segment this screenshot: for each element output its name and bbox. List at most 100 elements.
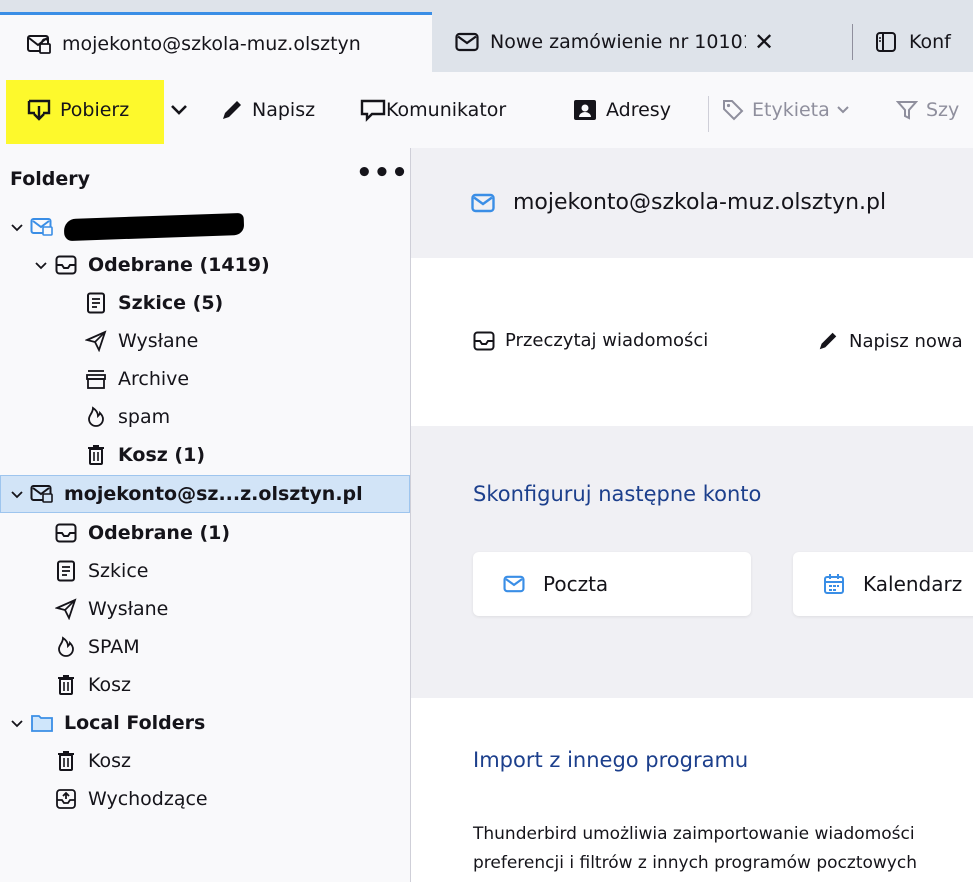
tab-label: mojekonto@szkola-muz.olsztyn [62, 32, 361, 55]
tag-label: Etykieta [752, 99, 830, 121]
import-line: Thunderbird umożliwia zaimportowanie wia… [473, 824, 915, 844]
folder-sent[interactable]: Wysłane [0, 590, 410, 628]
setup-title: Skonfiguruj następne konto [473, 482, 762, 506]
chevron-down-icon[interactable] [8, 712, 26, 734]
get-messages-button[interactable]: Pobierz [26, 72, 129, 148]
account-central-pane: mojekonto@szkola-muz.olsztyn.pl Przeczyt… [411, 148, 973, 882]
folder-sent[interactable]: Wysłane [0, 322, 410, 360]
trash-icon [84, 443, 108, 467]
envelope-icon [454, 29, 480, 55]
folder-label: Wysłane [118, 330, 199, 352]
tab-account[interactable]: mojekonto@szkola-muz.olsztyn [0, 12, 432, 72]
account-header: mojekonto@szkola-muz.olsztyn.pl [411, 148, 973, 258]
folder-drafts[interactable]: Szkice (5) [0, 284, 410, 322]
pencil-icon [223, 101, 241, 119]
quick-filter-label: Szy [926, 99, 960, 121]
mail-account-icon [30, 215, 54, 239]
drafts-icon [84, 291, 108, 315]
mail-setup-card[interactable]: Poczta [473, 552, 751, 616]
account-row-mojekonto[interactable]: mojekonto@sz...z.olsztyn.pl [0, 475, 410, 513]
folder-label: spam [118, 406, 171, 428]
folder-inbox[interactable]: Odebrane (1) [0, 514, 410, 552]
account-label: mojekonto@sz...z.olsztyn.pl [64, 483, 363, 505]
calendar-setup-card[interactable]: Kalendarz [793, 552, 973, 616]
folder-label: Szkice [88, 560, 149, 582]
folder-inbox[interactable]: Odebrane (1419) [0, 246, 410, 284]
drafts-icon [54, 559, 78, 583]
tab-label: Nowe zamówienie nr 101016 [490, 31, 746, 53]
address-book-icon [574, 100, 596, 120]
archive-icon [84, 367, 108, 391]
import-line: preferencji i filtrów z innych programów… [473, 853, 917, 873]
setup-account-section: Skonfiguruj następne konto Poczta Kalend… [411, 426, 973, 698]
calendar-icon [824, 574, 844, 594]
import-title: Import z innego programu [473, 748, 749, 772]
trash-icon [54, 749, 78, 773]
address-book-button[interactable]: Adresy [572, 72, 671, 148]
folder-spam[interactable]: SPAM [0, 628, 410, 666]
card-label: Kalendarz [863, 572, 963, 596]
folder-trash[interactable]: Kosz [0, 666, 410, 704]
read-messages-link[interactable]: Przeczytaj wiadomości [473, 330, 708, 351]
quick-filter-button[interactable]: Szy [896, 72, 959, 148]
address-book-label: Adresy [606, 99, 671, 121]
sent-icon [84, 329, 108, 353]
folder-icon [30, 711, 54, 735]
download-icon [27, 99, 51, 121]
account-title: mojekonto@szkola-muz.olsztyn.pl [471, 190, 886, 215]
pencil-icon [819, 332, 837, 350]
mail-account-icon [26, 31, 52, 57]
get-messages-dropdown[interactable] [170, 72, 196, 148]
folder-drafts[interactable]: Szkice [0, 552, 410, 590]
account-row-local-folders[interactable]: Local Folders [0, 704, 410, 742]
tab-message[interactable]: Nowe zamówienie nr 101016 ✕ [432, 12, 850, 72]
folder-archive[interactable]: Archive [0, 360, 410, 398]
envelope-icon [471, 193, 495, 212]
get-messages-label: Pobierz [60, 99, 130, 121]
chat-label: Komunikator [386, 99, 507, 121]
folder-trash[interactable]: Kosz [0, 742, 410, 780]
card-label: Poczta [543, 572, 609, 596]
folder-label: Archive [118, 368, 190, 390]
write-new-link[interactable]: Napisz nowa [817, 330, 963, 352]
tab-settings[interactable]: Konf [853, 12, 973, 72]
folder-pane-title: Foldery [10, 168, 91, 190]
folder-label: SPAM [88, 636, 140, 658]
chevron-down-icon [837, 106, 849, 114]
folder-label: Wysłane [88, 598, 169, 620]
toolbar-separator [708, 96, 709, 132]
chevron-down-icon [171, 105, 187, 115]
outbox-icon [54, 787, 78, 811]
account-row-redacted[interactable] [0, 208, 410, 246]
tag-icon [723, 100, 744, 121]
chat-icon [360, 99, 386, 122]
write-new-label: Napisz nowa [849, 330, 963, 352]
chevron-down-icon[interactable] [32, 254, 50, 276]
folder-outbox[interactable]: Wychodzące [0, 780, 410, 818]
folder-pane: Foldery ••• Odebrane (1419) Szkice (5) W… [0, 148, 411, 882]
chevron-down-icon[interactable] [8, 216, 26, 238]
more-options-button[interactable]: ••• [356, 158, 409, 188]
spam-icon [84, 405, 108, 429]
account-label: Local Folders [64, 712, 206, 734]
folder-trash[interactable]: Kosz (1) [0, 436, 410, 474]
folder-label: Szkice (5) [118, 292, 224, 314]
tag-button[interactable]: Etykieta [722, 72, 850, 148]
chevron-down-icon[interactable] [8, 483, 26, 505]
page-icon [873, 29, 899, 55]
close-icon[interactable]: ✕ [754, 28, 774, 56]
folder-label: Odebrane (1) [88, 522, 231, 544]
folder-label: Kosz (1) [118, 444, 206, 466]
read-messages-label: Przeczytaj wiadomości [505, 330, 709, 351]
sent-icon [54, 597, 78, 621]
folder-spam[interactable]: spam [0, 398, 410, 436]
chat-button[interactable]: Komunikator [360, 72, 506, 148]
folder-label: Wychodzące [88, 788, 208, 810]
folder-label: Kosz [88, 674, 132, 696]
trash-icon [54, 673, 78, 697]
inbox-icon [473, 331, 495, 350]
inbox-icon [54, 253, 78, 277]
folder-label: Odebrane (1419) [88, 254, 270, 276]
folder-label: Kosz [88, 750, 132, 772]
write-button[interactable]: Napisz [220, 72, 315, 148]
